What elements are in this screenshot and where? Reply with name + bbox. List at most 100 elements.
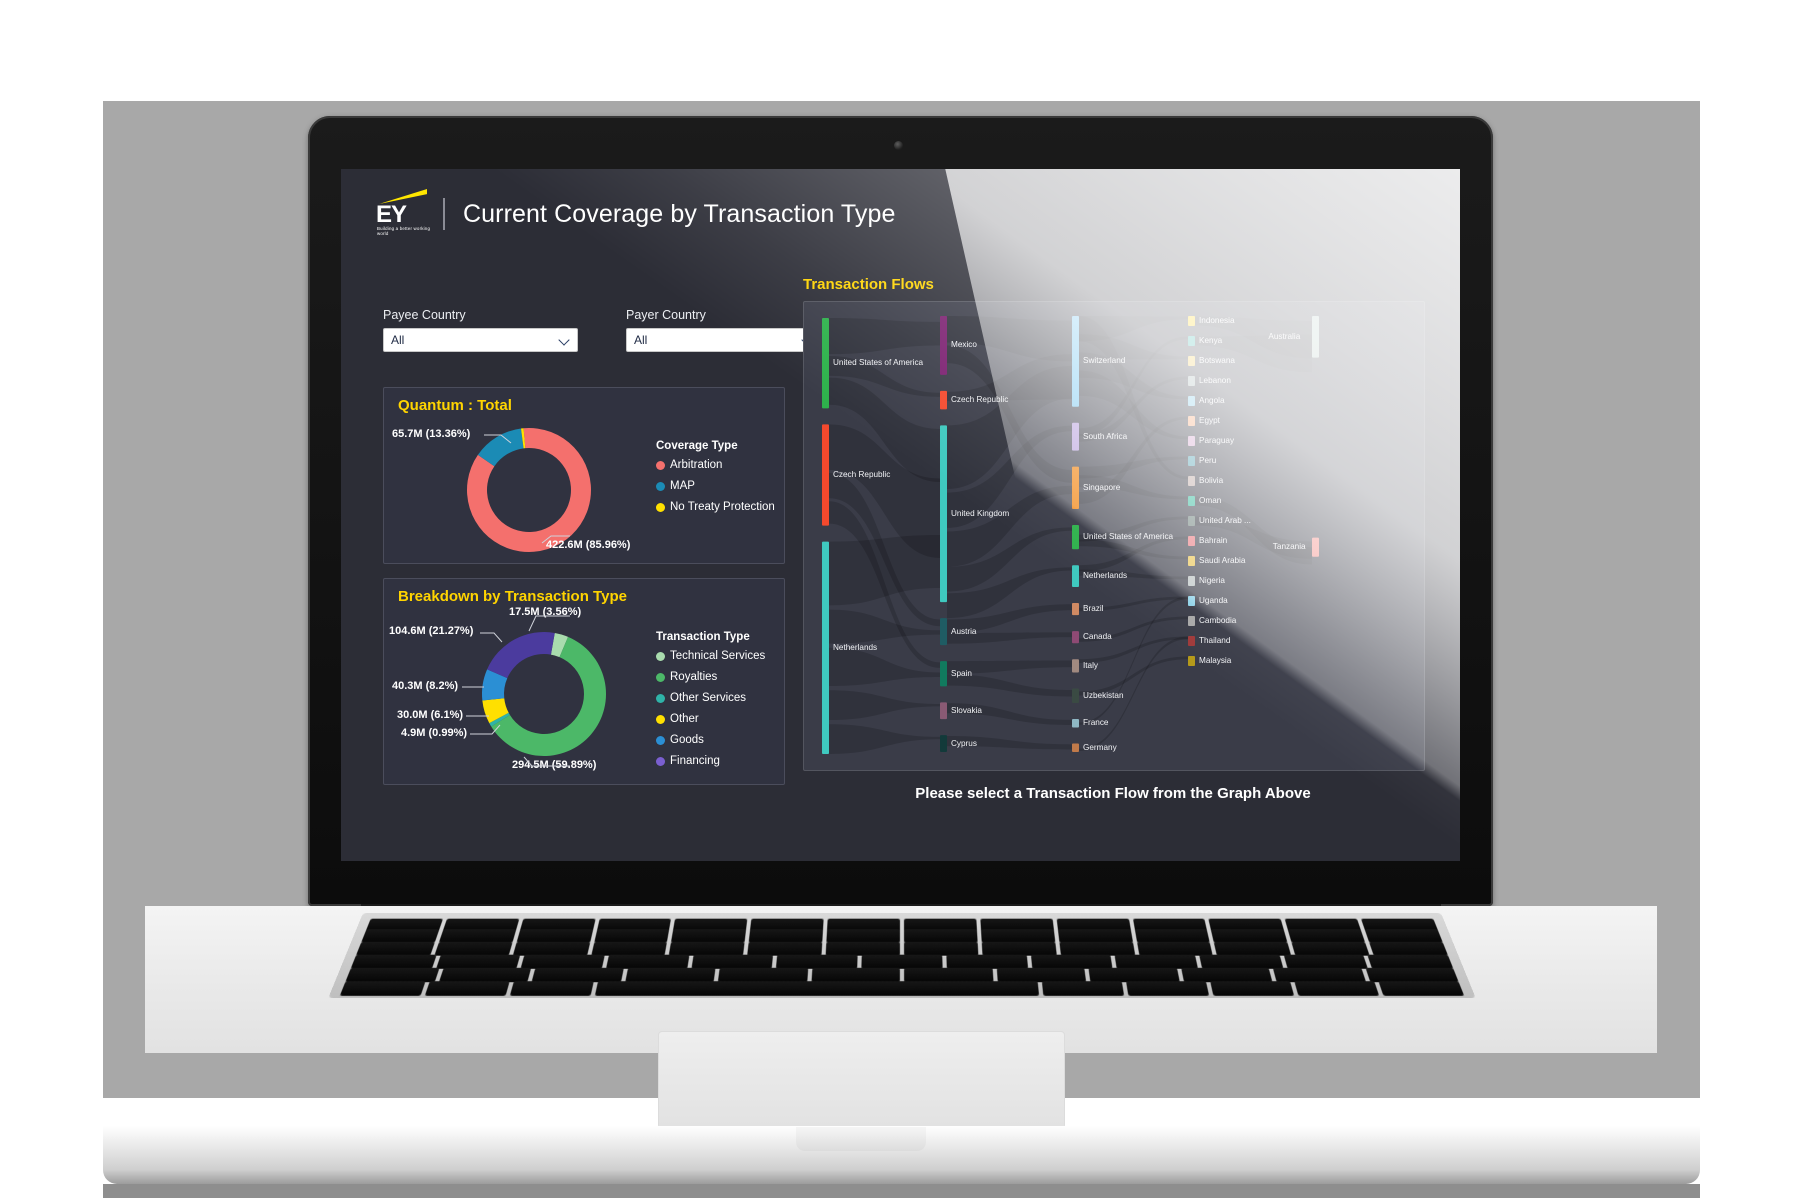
keyboard-key[interactable] <box>825 941 900 956</box>
keyboard-key[interactable] <box>355 941 435 956</box>
sankey-flow[interactable] <box>829 690 940 721</box>
sankey-node[interactable] <box>1188 656 1195 666</box>
filter-payee-dropdown[interactable]: All <box>383 328 578 352</box>
sankey-node[interactable] <box>1188 456 1195 466</box>
keyboard-key[interactable] <box>1114 954 1198 969</box>
sankey-node[interactable] <box>940 661 947 687</box>
keyboard-key[interactable] <box>1180 967 1273 983</box>
keyboard-key[interactable] <box>593 929 670 943</box>
keyboard-key[interactable] <box>748 929 824 943</box>
keyboard-key[interactable] <box>996 967 1087 983</box>
keyboard-key[interactable] <box>1283 954 1369 969</box>
keyboard-key[interactable] <box>438 967 532 983</box>
sankey-node[interactable] <box>940 618 947 646</box>
sankey-node[interactable] <box>1072 316 1079 407</box>
sankey-node[interactable] <box>1188 516 1195 526</box>
keyboard-key[interactable] <box>747 941 823 956</box>
sankey-node[interactable] <box>1072 743 1079 752</box>
sankey-node[interactable] <box>1188 596 1195 606</box>
sankey-node[interactable] <box>940 735 947 752</box>
keyboard-key[interactable] <box>1126 981 1210 996</box>
keyboard-key[interactable] <box>1059 941 1135 956</box>
sankey-flow[interactable] <box>829 318 940 355</box>
sankey-node[interactable] <box>1188 376 1195 386</box>
keyboard-key[interactable] <box>861 954 943 969</box>
legend-item[interactable]: Other Services <box>656 692 765 704</box>
sankey-node[interactable] <box>822 424 829 526</box>
keyboard-key[interactable] <box>1369 941 1449 956</box>
sankey-node[interactable] <box>1188 436 1195 446</box>
keyboard-key[interactable] <box>717 967 808 983</box>
keyboard-key[interactable] <box>594 981 1040 996</box>
sankey-node[interactable] <box>940 702 947 720</box>
keyboard-key[interactable] <box>1287 929 1366 943</box>
keyboard-key[interactable] <box>904 967 994 983</box>
keyboard-key[interactable] <box>606 954 690 969</box>
sankey-node[interactable] <box>1072 603 1079 616</box>
sankey-node[interactable] <box>822 541 829 754</box>
sankey-node[interactable] <box>1072 659 1079 673</box>
keyboard-key[interactable] <box>810 967 900 983</box>
legend-item[interactable]: Royalties <box>656 671 765 683</box>
donut-chart-breakdown[interactable] <box>464 619 624 769</box>
sankey-node[interactable] <box>1188 336 1195 346</box>
keyboard-key[interactable] <box>1272 967 1366 983</box>
sankey-node[interactable] <box>1188 636 1195 646</box>
keyboard-key[interactable] <box>512 941 590 956</box>
keyboard-key[interactable] <box>345 967 440 983</box>
legend-item[interactable]: Goods <box>656 734 765 746</box>
keyboard-key[interactable] <box>1041 981 1125 996</box>
sankey-node[interactable] <box>1072 719 1079 728</box>
legend-item[interactable]: Financing <box>656 755 765 767</box>
keyboard-key[interactable] <box>424 981 510 996</box>
keyboard-key[interactable] <box>1057 929 1133 943</box>
sankey-flow[interactable] <box>1079 539 1188 560</box>
sankey-node[interactable] <box>1072 422 1079 451</box>
keyboard-key[interactable] <box>516 929 593 943</box>
keyboard-key[interactable] <box>1030 954 1113 969</box>
legend-item[interactable]: No Treaty Protection <box>656 501 775 513</box>
keyboard-key[interactable] <box>1136 941 1214 956</box>
sankey-node[interactable] <box>1188 576 1195 586</box>
sankey-node[interactable] <box>1072 631 1079 644</box>
keyboard-key[interactable] <box>981 941 1057 956</box>
sankey-node[interactable] <box>1188 556 1195 566</box>
keyboard-key[interactable] <box>1134 929 1211 943</box>
keyboard-key[interactable] <box>1214 941 1292 956</box>
keyboard-key[interactable] <box>435 954 521 969</box>
legend-item[interactable]: Technical Services <box>656 650 765 662</box>
sankey-node[interactable] <box>1188 496 1195 506</box>
keyboard-key[interactable] <box>1378 981 1465 996</box>
keyboard-key[interactable] <box>509 981 594 996</box>
sankey-node[interactable] <box>1072 466 1079 509</box>
keyboard-key[interactable] <box>776 954 858 969</box>
sankey-node[interactable] <box>1072 565 1079 587</box>
sankey-node[interactable] <box>1188 396 1195 406</box>
keyboard-key[interactable] <box>1291 941 1370 956</box>
keyboard-key[interactable] <box>904 929 978 943</box>
sankey-node[interactable] <box>1188 356 1195 366</box>
sankey-node[interactable] <box>1188 416 1195 426</box>
keyboard-key[interactable] <box>1294 981 1380 996</box>
sankey-node[interactable] <box>1188 476 1195 486</box>
sankey-node[interactable] <box>1312 316 1319 358</box>
legend-item[interactable]: Other <box>656 713 765 725</box>
sankey-node[interactable] <box>1312 537 1319 557</box>
keyboard-key[interactable] <box>531 967 624 983</box>
sankey-node[interactable] <box>940 316 947 375</box>
keyboard-key[interactable] <box>590 941 668 956</box>
keyboard-key[interactable] <box>434 941 513 956</box>
keyboard-key[interactable] <box>350 954 437 969</box>
sankey-node[interactable] <box>1072 688 1079 704</box>
sankey-node[interactable] <box>1188 536 1195 546</box>
sankey-node[interactable] <box>1072 525 1079 550</box>
trackpad[interactable] <box>658 1031 1065 1129</box>
sankey-flow[interactable] <box>829 724 940 754</box>
keyboard-key[interactable] <box>669 941 745 956</box>
keyboard-key[interactable] <box>1211 929 1288 943</box>
keyboard-key[interactable] <box>1364 967 1459 983</box>
keyboard-key[interactable] <box>826 929 900 943</box>
legend-item[interactable]: MAP <box>656 480 775 492</box>
keyboard-key[interactable] <box>624 967 716 983</box>
card-transaction-flows[interactable]: United States of America Czech Republic Ne… <box>803 301 1425 771</box>
